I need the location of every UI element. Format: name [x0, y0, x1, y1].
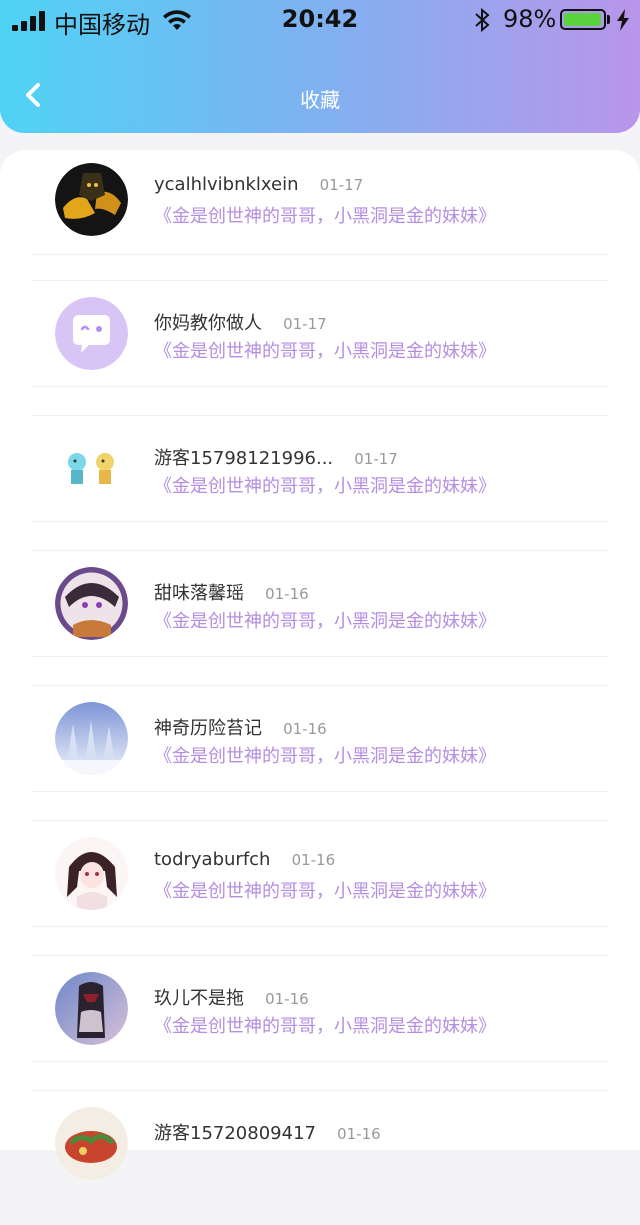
avatar[interactable] [55, 702, 128, 775]
avatar[interactable] [55, 567, 128, 640]
story-title[interactable]: 《金是创世神的哥哥，小黑洞是金的妹妹》 [154, 1012, 496, 1038]
date-label: 01-16 [337, 1125, 381, 1143]
story-title[interactable]: 《金是创世神的哥哥，小黑洞是金的妹妹》 [154, 742, 496, 768]
user-name: 甜味落馨瑶 [154, 583, 244, 604]
default-avatar-icon[interactable] [55, 297, 128, 370]
date-label: 01-17 [354, 450, 398, 468]
story-title[interactable]: 《金是创世神的哥哥，小黑洞是金的妹妹》 [154, 337, 496, 363]
user-name: ycalhlvibnklxein [154, 174, 299, 195]
date-label: 01-16 [283, 720, 327, 738]
avatar[interactable] [55, 432, 128, 505]
charging-bolt-icon [617, 9, 629, 31]
avatar[interactable] [55, 163, 128, 236]
battery-tip [607, 15, 610, 24]
user-name: 玖儿不是拖 [154, 988, 244, 1009]
list-item[interactable]: 神奇历险苔记 01-16 《金是创世神的哥哥，小黑洞是金的妹妹》 [0, 685, 640, 820]
list-item[interactable]: ycalhlvibnklxein 01-17 《金是创世神的哥哥，小黑洞是金的妹… [0, 150, 640, 285]
user-name: todryaburfch [154, 849, 271, 870]
date-label: 01-17 [283, 315, 327, 333]
battery-icon [560, 9, 606, 30]
date-label: 01-16 [265, 990, 309, 1008]
avatar[interactable] [55, 972, 128, 1045]
list-item[interactable]: 游客15720809417 01-16 [0, 1090, 640, 1225]
story-title[interactable]: 《金是创世神的哥哥，小黑洞是金的妹妹》 [154, 607, 496, 633]
bluetooth-icon [475, 7, 490, 33]
date-label: 01-16 [291, 851, 336, 869]
page-title: 收藏 [300, 88, 340, 112]
header: 中国移动 20:42 98% 收藏 [0, 0, 640, 133]
list-item[interactable]: todryaburfch 01-16 《金是创世神的哥哥，小黑洞是金的妹妹》 [0, 820, 640, 955]
list-item[interactable]: 你妈教你做人 01-17 《金是创世神的哥哥，小黑洞是金的妹妹》 [0, 280, 640, 415]
date-label: 01-17 [319, 176, 364, 194]
user-name: 神奇历险苔记 [154, 718, 262, 739]
list-item[interactable]: 玖儿不是拖 01-16 《金是创世神的哥哥，小黑洞是金的妹妹》 [0, 955, 640, 1090]
story-title[interactable]: 《金是创世神的哥哥，小黑洞是金的妹妹》 [154, 877, 496, 903]
story-title[interactable]: 《金是创世神的哥哥，小黑洞是金的妹妹》 [154, 472, 496, 498]
favorites-list: ycalhlvibnklxein 01-17 《金是创世神的哥哥，小黑洞是金的妹… [0, 150, 640, 1180]
status-bar: 中国移动 20:42 98% [0, 0, 640, 40]
list-item[interactable]: 甜味落馨瑶 01-16 《金是创世神的哥哥，小黑洞是金的妹妹》 [0, 550, 640, 685]
battery-level-fill [564, 13, 602, 26]
user-name: 你妈教你做人 [154, 313, 262, 334]
story-title[interactable]: 《金是创世神的哥哥，小黑洞是金的妹妹》 [154, 202, 496, 228]
battery-percent: 98% [503, 5, 557, 33]
user-name: 游客15720809417 [154, 1123, 316, 1144]
user-name: 游客15798121996... [154, 448, 334, 469]
avatar[interactable] [55, 837, 128, 910]
list-item[interactable]: 游客15798121996... 01-17 《金是创世神的哥哥，小黑洞是金的妹… [0, 415, 640, 550]
date-label: 01-16 [265, 585, 309, 603]
avatar[interactable] [55, 1107, 128, 1180]
